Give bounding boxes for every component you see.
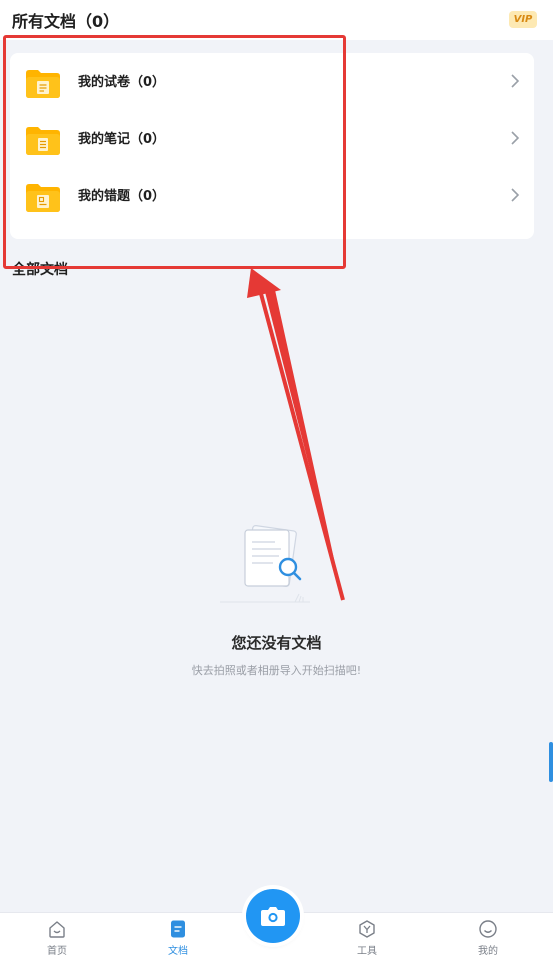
tab-profile[interactable]: 我的	[448, 913, 528, 958]
empty-document-search-icon	[220, 524, 310, 603]
annotation-highlight-box	[3, 35, 346, 269]
chevron-right-icon	[511, 188, 520, 202]
profile-icon	[479, 920, 497, 938]
camera-icon	[261, 907, 285, 926]
top-header: 所有文档（0） VIP	[0, 0, 553, 40]
page-title: 所有文档（0）	[12, 12, 120, 31]
chevron-right-icon	[511, 131, 520, 145]
vip-badge[interactable]: VIP	[509, 11, 537, 28]
tab-tools[interactable]: 工具	[327, 913, 407, 958]
tab-label: 我的	[478, 946, 498, 957]
tab-documents[interactable]: 文档	[138, 913, 218, 958]
tab-label: 文档	[168, 946, 188, 957]
tab-home[interactable]: 首页	[17, 913, 97, 958]
tab-label: 工具	[357, 946, 377, 957]
tools-icon	[359, 920, 375, 938]
chevron-right-icon	[511, 74, 520, 88]
empty-state-hint: 快去拍照或者相册导入开始扫描吧!	[191, 664, 362, 677]
scroll-indicator[interactable]	[549, 742, 553, 782]
home-icon	[49, 921, 65, 938]
empty-state-title: 您还没有文档	[231, 634, 322, 652]
document-icon	[171, 920, 185, 938]
camera-scan-button[interactable]	[246, 889, 300, 943]
tab-label: 首页	[47, 946, 67, 957]
